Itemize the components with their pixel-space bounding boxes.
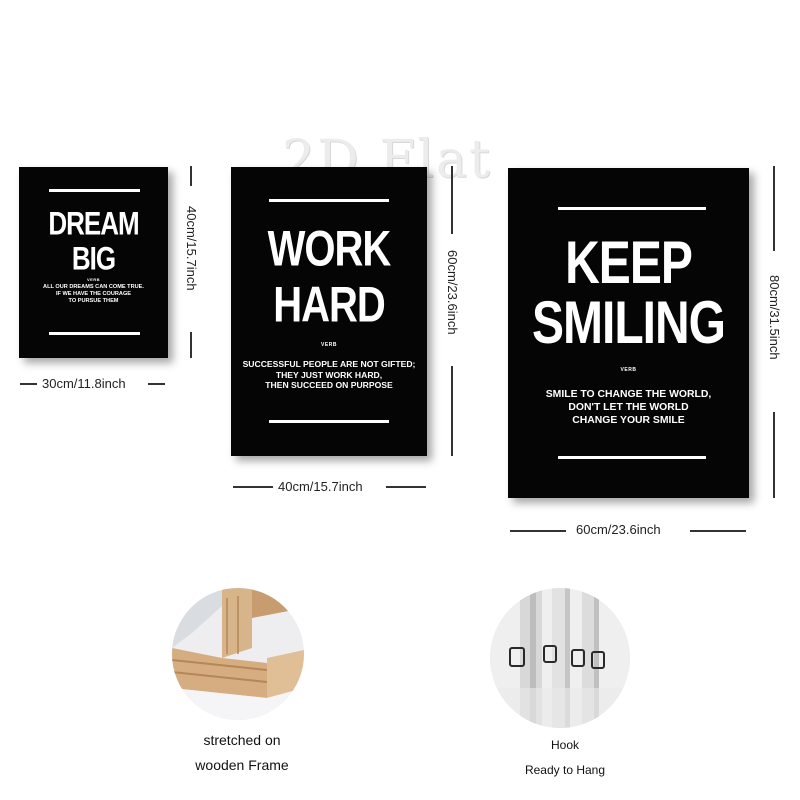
poster-work-hard: WORK HARD VERB SUCCESSFUL PEOPLE ARE NOT…: [231, 167, 427, 456]
width-dimension-line-left: [510, 530, 566, 532]
headline-line-1: DREAM: [48, 204, 139, 242]
height-dimension-line-bottom: [773, 412, 775, 498]
wooden-frame-photo: [172, 588, 304, 720]
width-dimension-label: 40cm/15.7inch: [278, 479, 363, 494]
frame-caption-line-1: stretched on: [203, 732, 281, 748]
verb-label: VERB: [86, 277, 101, 282]
hook-photo: [490, 588, 630, 728]
top-rule: [558, 207, 706, 210]
poster-description: SMILE TO CHANGE THE WORLD, DON'T LET THE…: [545, 389, 712, 426]
headline-line-2: BIG: [71, 239, 116, 277]
bottom-rule: [269, 420, 389, 423]
poster-keep-smiling: KEEP SMILING VERB SMILE TO CHANGE THE WO…: [508, 168, 749, 498]
height-dimension-line-bottom: [190, 332, 192, 358]
height-dimension-label: 60cm/23.6inch: [445, 250, 460, 335]
hook-illustration: [490, 588, 630, 728]
width-dimension-line-left: [20, 383, 37, 385]
height-dimension-line-bottom: [451, 366, 453, 456]
poster-dream-big: DREAM BIG VERB ALL OUR DREAMS CAN COME T…: [19, 167, 168, 358]
width-dimension-line-left: [233, 486, 273, 488]
headline-line-1: WORK: [267, 221, 392, 277]
verb-label: VERB: [620, 367, 637, 373]
headline-line-2: SMILING: [532, 290, 726, 357]
poster-description: SUCCESSFUL PEOPLE ARE NOT GIFTED; THEY J…: [242, 359, 416, 391]
poster-description: ALL OUR DREAMS CAN COME TRUE. IF WE HAVE…: [43, 284, 144, 304]
verb-label: VERB: [321, 342, 337, 348]
height-dimension-label: 40cm/15.7inch: [184, 206, 199, 291]
height-dimension-line-top: [773, 166, 775, 251]
headline-line-2: HARD: [273, 277, 386, 333]
top-rule: [49, 189, 140, 192]
wooden-frame-illustration: [172, 588, 304, 720]
top-rule: [269, 199, 389, 202]
height-dimension-label: 80cm/31.5inch: [767, 275, 782, 360]
bottom-rule: [49, 332, 140, 335]
headline-line-1: KEEP: [565, 230, 693, 297]
width-dimension-line-right: [690, 530, 746, 532]
hook-caption-line-1: Hook: [550, 738, 579, 752]
height-dimension-line-top: [451, 166, 453, 234]
width-dimension-line-right: [386, 486, 426, 488]
height-dimension-line-top: [190, 166, 192, 186]
hook-caption-line-2: Ready to Hang: [524, 763, 606, 777]
width-dimension-label: 30cm/11.8inch: [42, 376, 126, 391]
width-dimension-label: 60cm/23.6inch: [576, 522, 661, 537]
width-dimension-line-right: [148, 383, 165, 385]
frame-caption-line-2: wooden Frame: [195, 757, 289, 773]
bottom-rule: [558, 456, 706, 459]
